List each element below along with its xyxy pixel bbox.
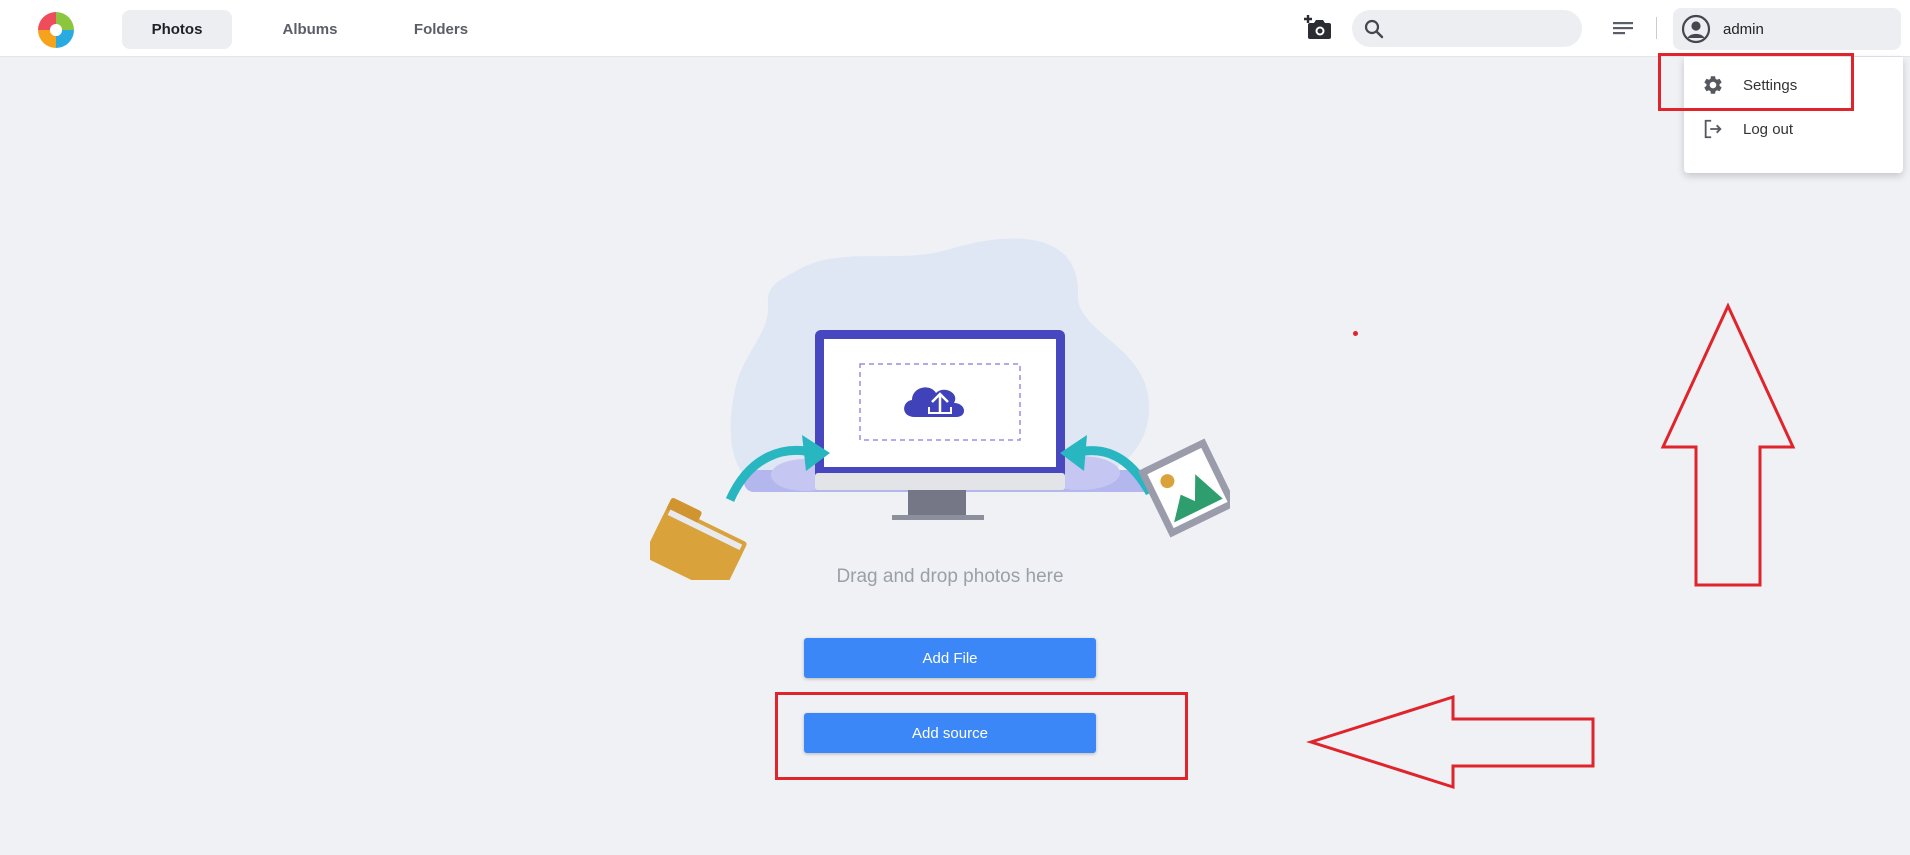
sort-button[interactable]: [1608, 14, 1638, 42]
tab-albums[interactable]: Albums: [255, 10, 365, 49]
settings-highlight-box: [1658, 53, 1854, 111]
header-divider: [1656, 17, 1657, 39]
tab-photos[interactable]: Photos: [122, 10, 232, 49]
menu-item-logout[interactable]: Log out: [1684, 109, 1903, 149]
sort-icon: [1613, 22, 1633, 35]
left-arrow-annotation: [1306, 694, 1595, 790]
user-avatar-icon: [1681, 14, 1711, 44]
logout-icon: [1704, 119, 1722, 139]
add-camera-icon: [1304, 15, 1331, 39]
app-logo[interactable]: [36, 10, 76, 50]
logout-label: Log out: [1743, 121, 1794, 138]
search-icon: [1364, 19, 1384, 39]
tab-folders[interactable]: Folders: [386, 10, 496, 49]
add-photo-button[interactable]: [1300, 12, 1336, 44]
drop-zone-text: Drag and drop photos here: [836, 566, 1064, 587]
username-label: admin: [1723, 21, 1764, 38]
search-bar[interactable]: [1352, 10, 1582, 49]
red-dot-marker: [1353, 331, 1358, 336]
top-bar: Photos Albums Folders admin: [0, 0, 1910, 57]
up-arrow-annotation: [1660, 302, 1796, 587]
user-menu-button[interactable]: admin: [1673, 8, 1901, 50]
upload-illustration: [650, 238, 1230, 580]
add-file-button[interactable]: Add File: [804, 638, 1096, 678]
add-source-highlight-box: [775, 692, 1188, 780]
search-input[interactable]: [1392, 10, 1576, 49]
